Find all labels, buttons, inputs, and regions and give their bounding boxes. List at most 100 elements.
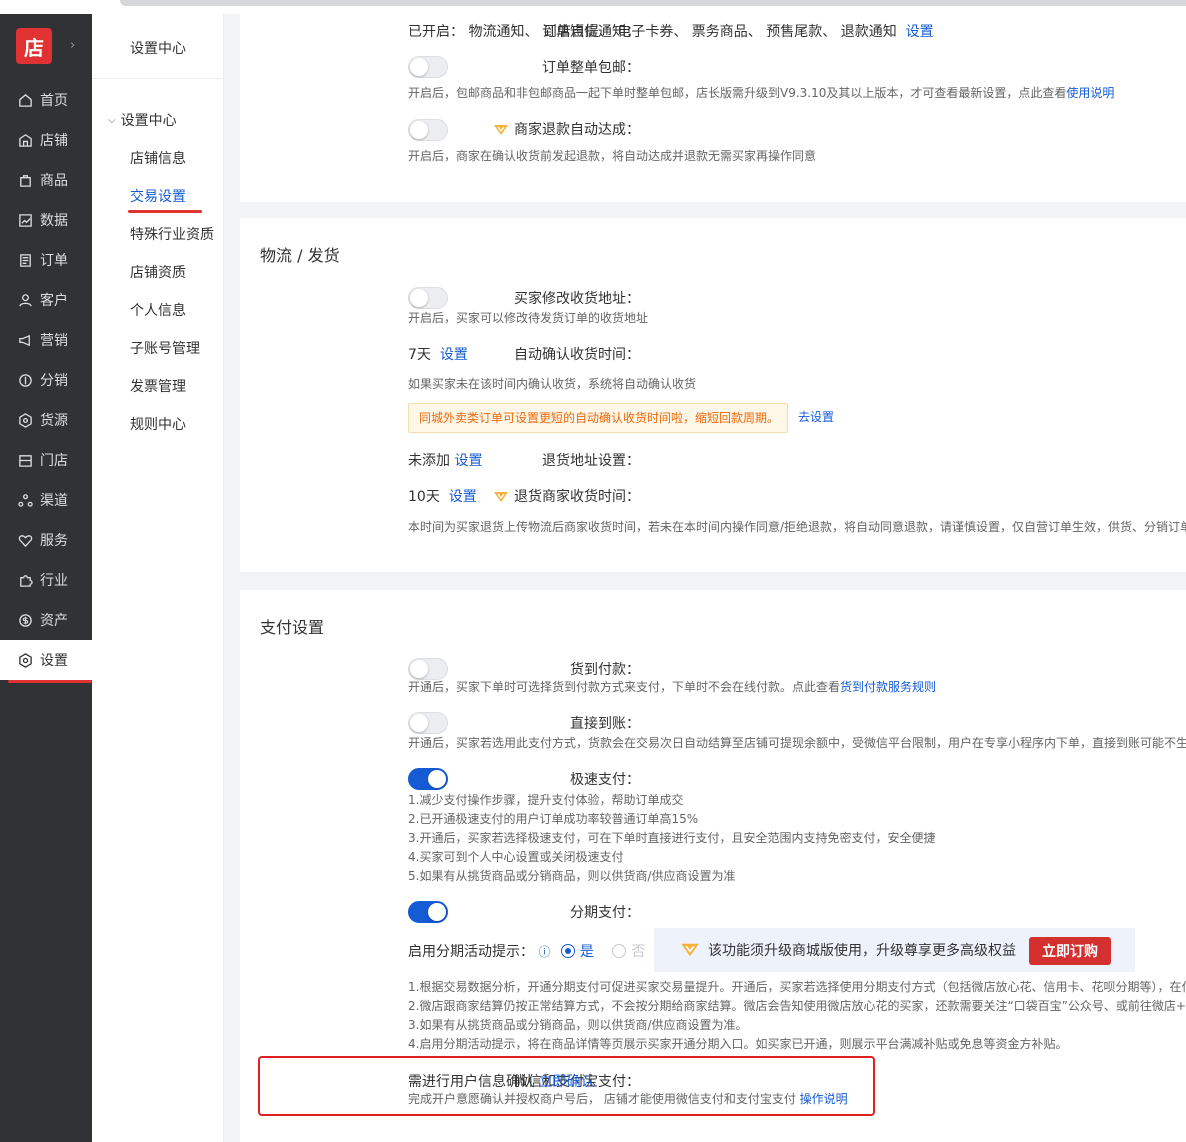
return-address-settings-link[interactable]: 设置 — [454, 453, 482, 469]
promo-no-radio[interactable] — [612, 944, 627, 958]
shop-icon — [18, 453, 33, 468]
chevron-right-icon[interactable]: › — [70, 38, 75, 53]
nav-item-10[interactable]: 渠道 — [0, 480, 92, 520]
nav-item-label: 商品 — [40, 173, 68, 189]
sub-nav-group[interactable]: ⌵ 设置中心 — [108, 110, 177, 130]
sub-nav-item[interactable]: 店铺资质 — [130, 262, 186, 282]
toggle-knob — [428, 770, 446, 788]
nav-item-5[interactable]: 客户 — [0, 280, 92, 320]
installment-label: 分期支付： — [570, 905, 640, 921]
channel-icon — [18, 493, 33, 508]
cod-rules-link[interactable]: 货到付款服务规则 — [840, 680, 936, 694]
modify-address-label: 买家修改收货地址： — [514, 291, 640, 307]
auto-confirm-value: 7天 设置 — [408, 344, 468, 364]
vip-badge-icon — [493, 124, 509, 136]
return-address-label: 退货地址设置： — [542, 453, 640, 469]
nav-item-label: 行业 — [40, 573, 68, 589]
cod-desc: 开通后，买家下单时可选择货到付款方式来支付，下单时不会在线付款。点此查看货到付款… — [408, 678, 936, 697]
logistics-title: 物流 / 发货 — [260, 246, 340, 265]
highlight-box — [258, 1056, 875, 1116]
order-icon — [18, 253, 33, 268]
installment-line: 3.如果有从挑货商品或分销商品，则以供货商/供应商设置为准。 — [408, 1018, 748, 1032]
sub-nav-item[interactable]: 店铺信息 — [130, 148, 186, 168]
nav-item-13[interactable]: 资产 — [0, 600, 92, 640]
return-receive-value: 10天 设置 — [408, 486, 477, 506]
sub-nav-item[interactable]: 发票管理 — [130, 376, 186, 396]
return-receive-label-text: 退货商家收货时间： — [514, 489, 640, 505]
heart-icon — [18, 533, 33, 548]
info-icon[interactable]: ⓘ — [538, 945, 550, 959]
usage-guide-link[interactable]: 使用说明 — [1066, 86, 1114, 100]
go-settings-link[interactable]: 去设置 — [798, 408, 834, 427]
toggle-knob — [428, 903, 446, 921]
sub-nav-item[interactable]: 特殊行业资质 — [130, 224, 214, 244]
gear-icon — [18, 652, 33, 668]
toggle-knob — [410, 121, 428, 139]
nav-item-1[interactable]: 店铺 — [0, 120, 92, 160]
nav-item-label: 营销 — [40, 333, 68, 349]
bundle-shipping-desc: 开启后，包邮商品和非包邮商品一起下单时整单包邮，店长版需升级到V9.3.10及其… — [408, 84, 1114, 103]
sms-settings-link[interactable]: 设置 — [906, 24, 934, 40]
nav-item-12[interactable]: 行业 — [0, 560, 92, 600]
nav-item-7[interactable]: 分销 — [0, 360, 92, 400]
nav-item-8[interactable]: 货源 — [0, 400, 92, 440]
share-icon — [18, 373, 33, 388]
nav-item-2[interactable]: 商品 — [0, 160, 92, 200]
auto-confirm-settings-link[interactable]: 设置 — [440, 347, 468, 363]
modify-address-toggle[interactable] — [408, 287, 448, 309]
bundle-shipping-toggle[interactable] — [408, 56, 448, 78]
nav-item-label: 分销 — [40, 373, 68, 389]
browser-tab-bar — [120, 0, 1186, 6]
order-now-button[interactable]: 立即订购 — [1029, 937, 1111, 965]
return-address-value: 未添加 设置 — [408, 450, 482, 470]
installment-toggle[interactable] — [408, 901, 448, 923]
toggle-knob — [410, 289, 428, 307]
fast-pay-toggle[interactable] — [408, 768, 448, 790]
direct-toggle[interactable] — [408, 712, 448, 734]
return-receive-days: 10天 — [408, 489, 440, 505]
sub-nav: 设置中心 ⌵ 设置中心 店铺信息交易设置特殊行业资质 店铺资质个人信息子账号管理发票… — [92, 14, 224, 1142]
auto-confirm-days: 7天 — [408, 347, 431, 363]
toggle-knob — [410, 660, 428, 678]
payment-title: 支付设置 — [260, 618, 325, 637]
cod-label: 货到付款： — [570, 662, 640, 678]
sub-nav-item[interactable]: 个人信息 — [130, 300, 186, 320]
desc-text: 开通后，买家下单时可选择货到付款方式来支付，下单时不会在线付款。点此查看 — [408, 680, 841, 694]
return-receive-settings-link[interactable]: 设置 — [449, 489, 477, 505]
promo-yes-radio[interactable] — [560, 944, 575, 958]
user-icon — [18, 293, 33, 308]
nav-item-label: 客户 — [40, 293, 68, 309]
store-icon — [18, 133, 33, 148]
store-logo[interactable]: 店 — [16, 28, 52, 64]
bag-icon — [18, 173, 33, 188]
nav-item-9[interactable]: 门店 — [0, 440, 92, 480]
nav-item-3[interactable]: 数据 — [0, 200, 92, 240]
sub-nav-group-label: 设置中心 — [120, 113, 177, 129]
auto-refund-toggle[interactable] — [408, 119, 448, 141]
vip-badge-icon — [680, 942, 700, 958]
auto-refund-desc: 开启后，商家在确认收货前发起退款，将自动达成并退款无需买家再操作同意 — [408, 149, 817, 163]
order-settings-card: 订单短信通知： 已开启： 物流通知、 到店自提、 电子卡券、 票务商品、 预售尾… — [240, 14, 1186, 202]
return-receive-label: 退货商家收货时间： — [493, 486, 640, 506]
nav-item-6[interactable]: 营销 — [0, 320, 92, 360]
sub-nav-item[interactable]: 规则中心 — [130, 414, 186, 434]
installment-promo-label: 启用分期活动提示： — [408, 944, 534, 960]
nav-item-label: 订单 — [40, 253, 68, 269]
nav-item-label: 服务 — [40, 533, 68, 549]
sms-status: 已开启： 物流通知、 到店自提、 电子卡券、 票务商品、 预售尾款、 退款通知 — [408, 24, 897, 40]
nav-item-label: 渠道 — [40, 493, 68, 509]
promo-no-label[interactable]: 否 — [631, 944, 645, 960]
promo-yes-label[interactable]: 是 — [580, 944, 594, 960]
return-address-status: 未添加 — [408, 453, 450, 469]
direct-desc: 开通后，买家若选用此支付方式，货款会在交易次日自动结算至店铺可提现余额中，受微信… — [408, 736, 1186, 750]
fast-pay-line: 2.已开通极速支付的用户订单成功率较普通订单高15% — [408, 812, 699, 826]
return-receive-desc: 本时间为买家退货上传物流后商家收货时间，若未在本时间内操作同意/拒绝退款，将自动… — [408, 520, 1186, 534]
nav-item-4[interactable]: 订单 — [0, 240, 92, 280]
nav-item-0[interactable]: 首页 — [0, 80, 92, 120]
sub-nav-item[interactable]: 子账号管理 — [130, 338, 200, 358]
nav-item-11[interactable]: 服务 — [0, 520, 92, 560]
nav-item-14[interactable]: 设置 — [0, 640, 92, 683]
cod-toggle[interactable] — [408, 658, 448, 680]
sub-nav-item[interactable]: 交易设置 — [128, 186, 202, 213]
auto-refund-label-text: 商家退款自动达成： — [514, 122, 640, 138]
